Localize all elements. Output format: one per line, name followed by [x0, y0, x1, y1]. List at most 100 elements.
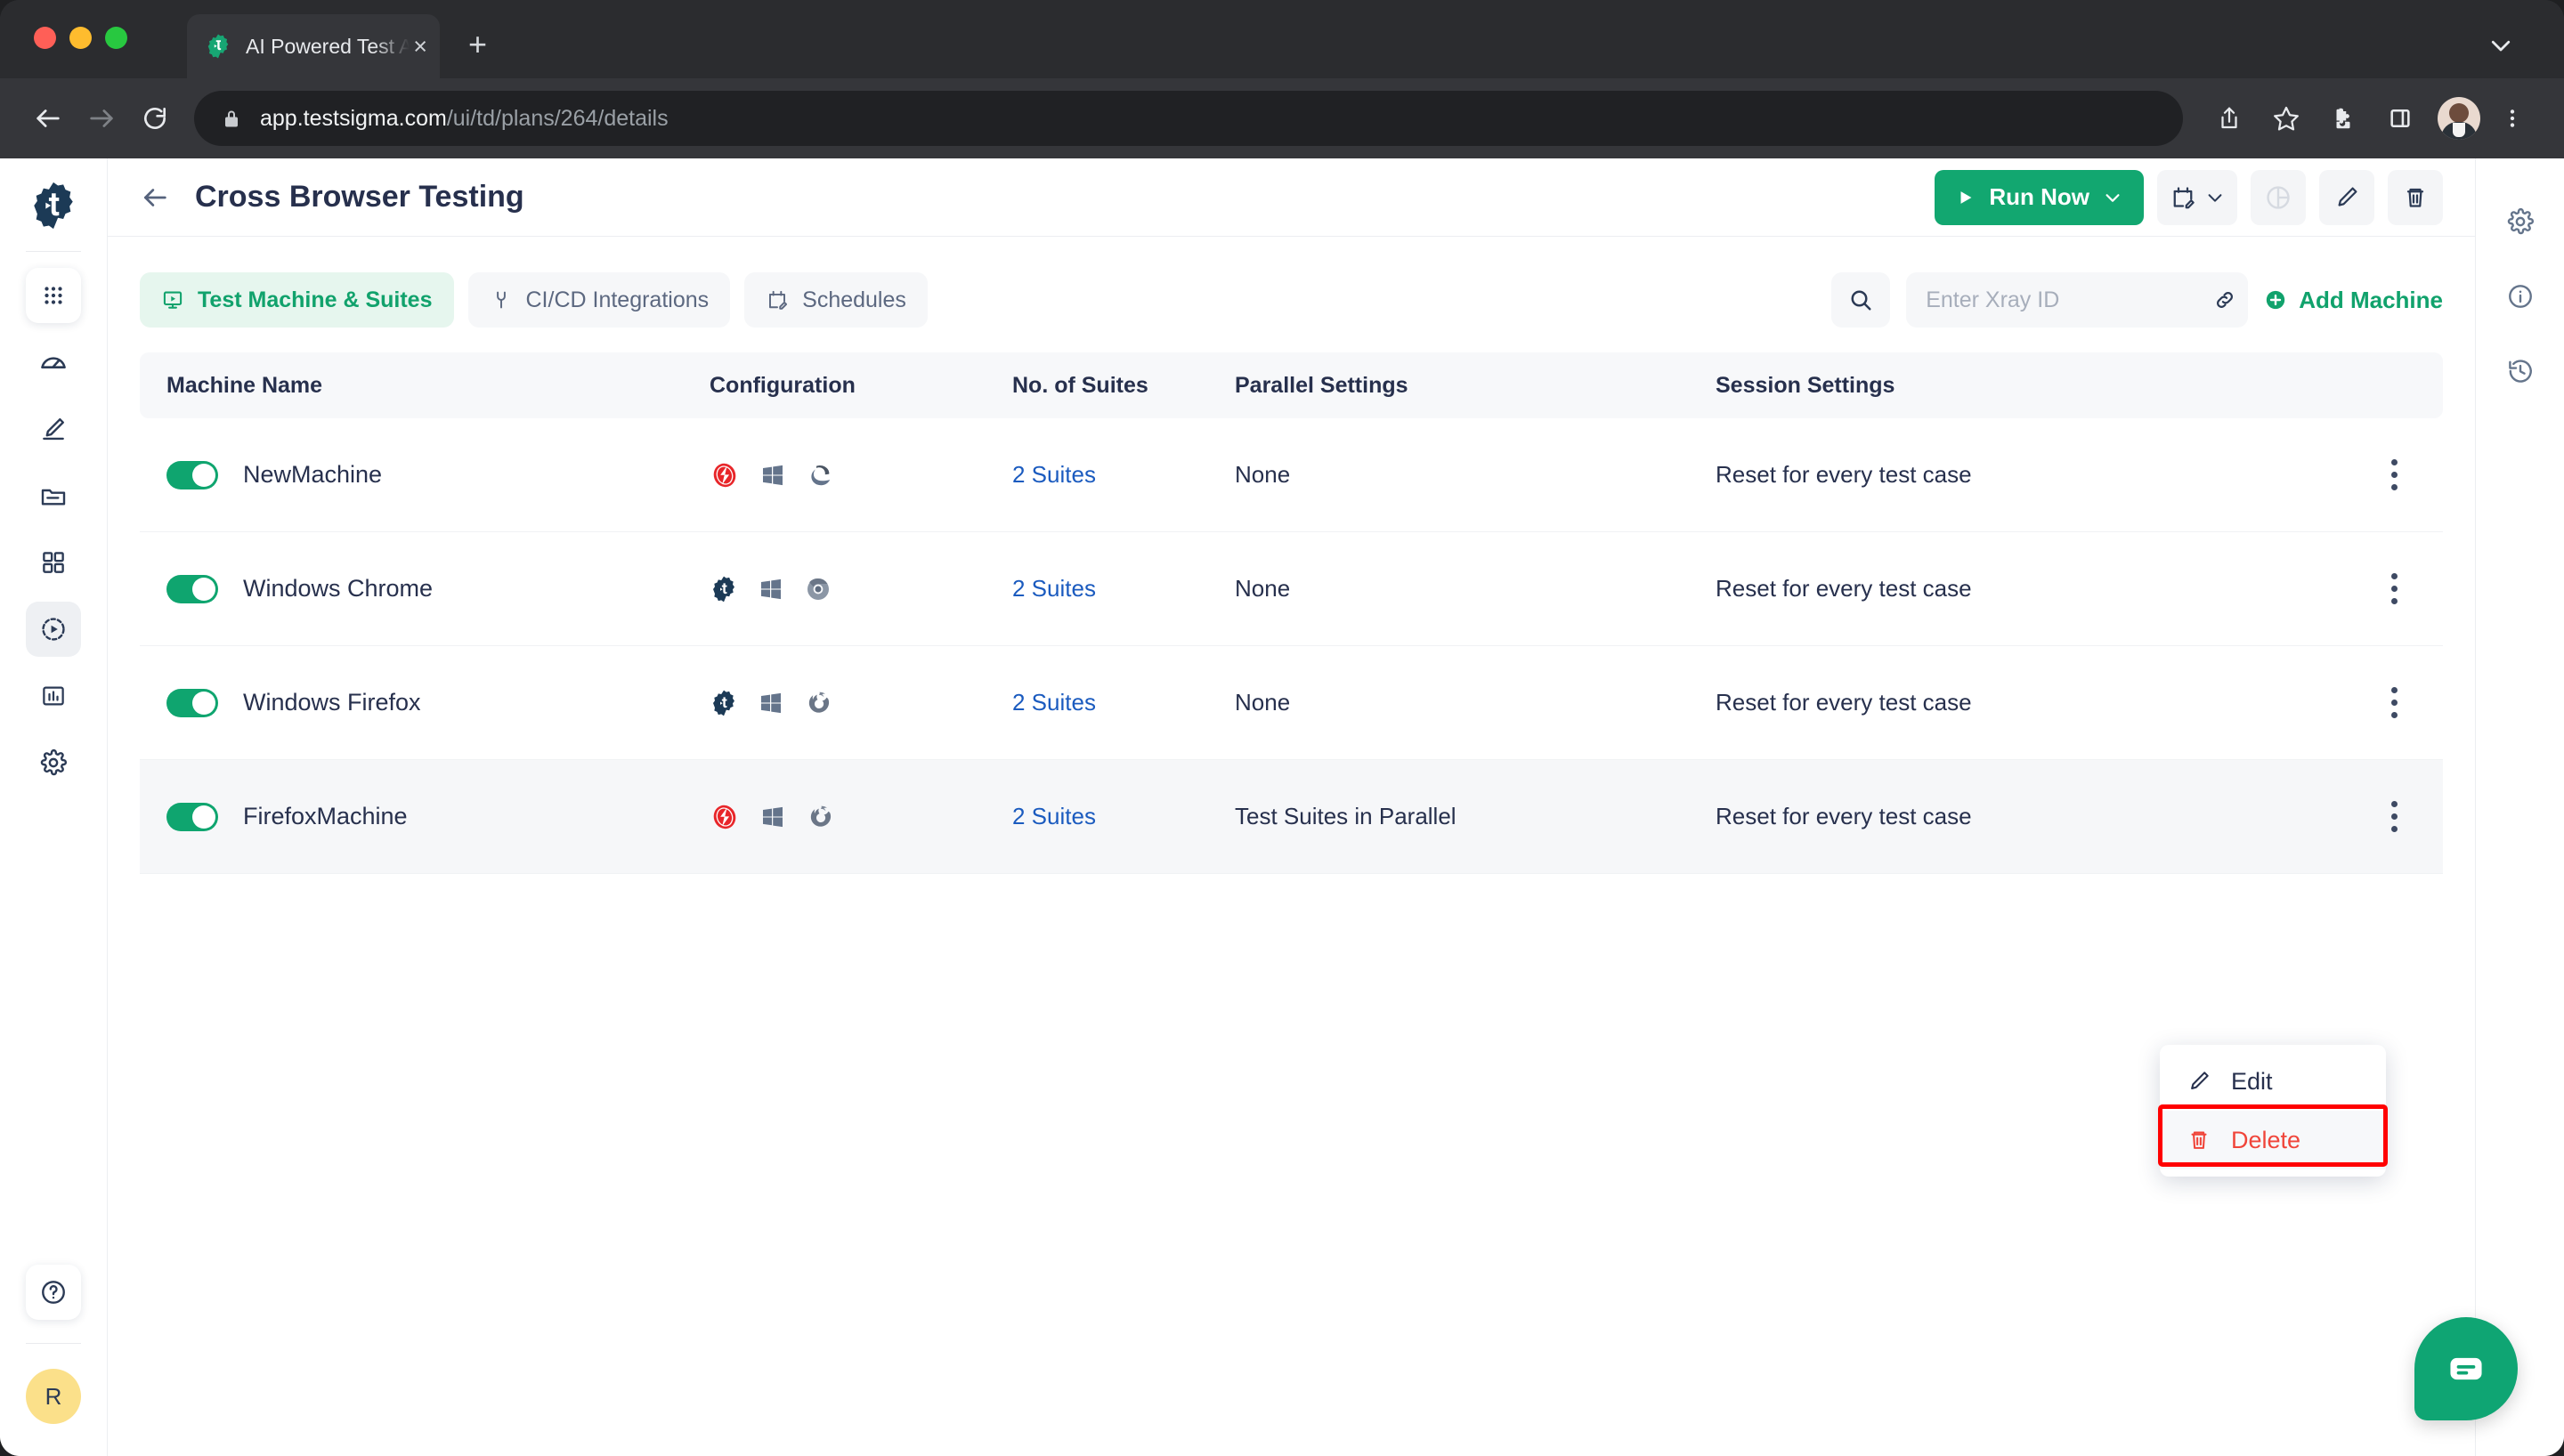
suites-link[interactable]: 2 Suites	[1012, 575, 1096, 602]
suites-link[interactable]: 2 Suites	[1012, 689, 1096, 716]
sidebar-item-apps-grid[interactable]	[26, 268, 81, 323]
menu-item-delete[interactable]: Delete	[2160, 1111, 2386, 1169]
xray-id-input[interactable]	[1926, 287, 2213, 313]
table-row[interactable]: Windows Firefox 2 Suites None Reset for …	[140, 646, 2443, 760]
maximize-window-button[interactable]	[105, 27, 127, 49]
content-area: Test Machine & Suites CI/CD Integrations	[108, 237, 2475, 1456]
back-button[interactable]	[21, 92, 75, 145]
sidebar-bottom-divider	[26, 1343, 81, 1344]
window-traffic-lights	[34, 27, 127, 49]
tab-schedules[interactable]: Schedules	[744, 272, 928, 328]
tab-label: CI/CD Integrations	[525, 287, 710, 312]
delete-button[interactable]	[2388, 169, 2443, 225]
user-avatar[interactable]: R	[26, 1369, 81, 1424]
plus-circle-icon	[2264, 288, 2287, 311]
app-page: R Cross Browser Testing Run Now Test Mac…	[0, 158, 2564, 1456]
windows-icon	[759, 462, 786, 489]
machines-table: Machine Name Configuration No. of Suites…	[140, 352, 2443, 874]
configuration-icons	[710, 802, 1012, 832]
configuration-icons	[710, 460, 1012, 490]
machine-enable-toggle[interactable]	[166, 574, 218, 603]
configuration-icons	[710, 689, 1012, 717]
suites-link[interactable]: 2 Suites	[1012, 461, 1096, 488]
row-menu-button[interactable]	[2390, 801, 2398, 832]
close-window-button[interactable]	[34, 27, 56, 49]
run-now-button[interactable]: Run Now	[1935, 169, 2144, 225]
table-row[interactable]: NewMachine 2 Suites None Reset for every…	[140, 418, 2443, 532]
sidebar-item-create-pencil[interactable]	[26, 401, 81, 457]
back-arrow-icon[interactable]	[140, 182, 170, 213]
toolbar-right-group: Add Machine	[1831, 272, 2443, 328]
help-icon[interactable]	[26, 1265, 81, 1320]
firefox-icon	[806, 803, 834, 831]
minimize-window-button[interactable]	[69, 27, 92, 49]
left-sidebar: R	[0, 158, 108, 1456]
extensions-puzzle-icon[interactable]	[2318, 93, 2368, 143]
address-bar[interactable]: app.testsigma.com/ui/td/plans/264/detail…	[194, 91, 2183, 146]
history-clock-icon[interactable]	[2495, 345, 2546, 397]
reload-button[interactable]	[128, 92, 182, 145]
xray-id-field[interactable]	[1906, 272, 2249, 328]
browser-tab-title: AI Powered Test Automation P	[246, 34, 410, 58]
new-tab-button[interactable]: +	[468, 28, 487, 61]
parallel-settings-value: None	[1235, 689, 1291, 716]
machine-name: NewMachine	[243, 461, 383, 488]
side-panel-icon[interactable]	[2375, 93, 2425, 143]
info-circle-icon[interactable]	[2495, 271, 2546, 322]
edit-button[interactable]	[2319, 169, 2374, 225]
chart-button[interactable]	[2251, 169, 2306, 225]
machine-enable-toggle[interactable]	[166, 802, 218, 831]
chat-widget-button[interactable]	[2414, 1317, 2518, 1420]
parallel-settings-value: None	[1235, 575, 1291, 602]
column-header-no-of-suites: No. of Suites	[1012, 372, 1148, 398]
menu-item-edit[interactable]: Edit	[2160, 1052, 2386, 1111]
browser-toolbar: app.testsigma.com/ui/td/plans/264/detail…	[0, 78, 2564, 158]
search-icon	[1847, 287, 1874, 313]
chrome-menu-icon[interactable]	[2487, 93, 2537, 143]
close-tab-button[interactable]: ×	[413, 34, 427, 59]
sidebar-item-dashboard-gauge[interactable]	[26, 335, 81, 390]
app-header: Cross Browser Testing Run Now	[108, 158, 2475, 237]
chevron-down-icon	[2205, 188, 2225, 207]
profile-avatar[interactable]	[2438, 97, 2480, 140]
testsigma-gear-icon	[710, 689, 738, 717]
suites-link[interactable]: 2 Suites	[1012, 803, 1096, 829]
chrome-icon	[804, 575, 832, 603]
link-icon[interactable]	[2212, 287, 2237, 312]
sidebar-item-modules-grid[interactable]	[26, 535, 81, 590]
search-button[interactable]	[1831, 272, 1891, 328]
add-machine-button[interactable]: Add Machine	[2264, 287, 2443, 314]
sidebar-item-settings-gear[interactable]	[26, 735, 81, 790]
sidebar-item-folder[interactable]	[26, 468, 81, 523]
settings-gear-icon[interactable]	[2495, 196, 2546, 247]
edit-pencil-icon	[2333, 184, 2360, 211]
testsigma-gear-icon	[205, 33, 231, 60]
testsigma-logo[interactable]	[28, 180, 79, 231]
run-now-label: Run Now	[1989, 183, 2089, 210]
tab-cicd-integrations[interactable]: CI/CD Integrations	[467, 272, 731, 328]
forward-button[interactable]	[75, 92, 128, 145]
row-menu-button[interactable]	[2390, 459, 2398, 490]
calendar-edit-icon	[2170, 184, 2196, 211]
machine-enable-toggle[interactable]	[166, 460, 218, 489]
table-row[interactable]: FirefoxMachine 2 Suites Test Suites in P…	[140, 760, 2443, 874]
row-menu-button[interactable]	[2390, 687, 2398, 718]
chevron-down-icon[interactable]	[2487, 32, 2514, 59]
right-sidebar	[2475, 158, 2564, 1456]
machine-name: FirefoxMachine	[243, 803, 408, 829]
tab-test-machine-suites[interactable]: Test Machine & Suites	[140, 272, 454, 328]
machine-enable-toggle[interactable]	[166, 688, 218, 717]
sidebar-item-reports-chart[interactable]	[26, 668, 81, 724]
table-row[interactable]: Windows Chrome 2 Suites None Reset for e…	[140, 532, 2443, 646]
machine-name: Windows Chrome	[243, 575, 434, 602]
share-icon[interactable]	[2204, 93, 2254, 143]
sidebar-item-run-plans[interactable]	[26, 602, 81, 657]
lock-icon	[221, 107, 242, 130]
bookmark-star-icon[interactable]	[2261, 93, 2311, 143]
column-header-configuration: Configuration	[710, 372, 856, 398]
schedule-button[interactable]	[2157, 169, 2237, 225]
column-header-parallel-settings: Parallel Settings	[1235, 372, 1408, 398]
browser-tab[interactable]: AI Powered Test Automation P ×	[187, 14, 440, 78]
tab-label: Test Machine & Suites	[198, 287, 433, 312]
row-menu-button[interactable]	[2390, 573, 2398, 604]
